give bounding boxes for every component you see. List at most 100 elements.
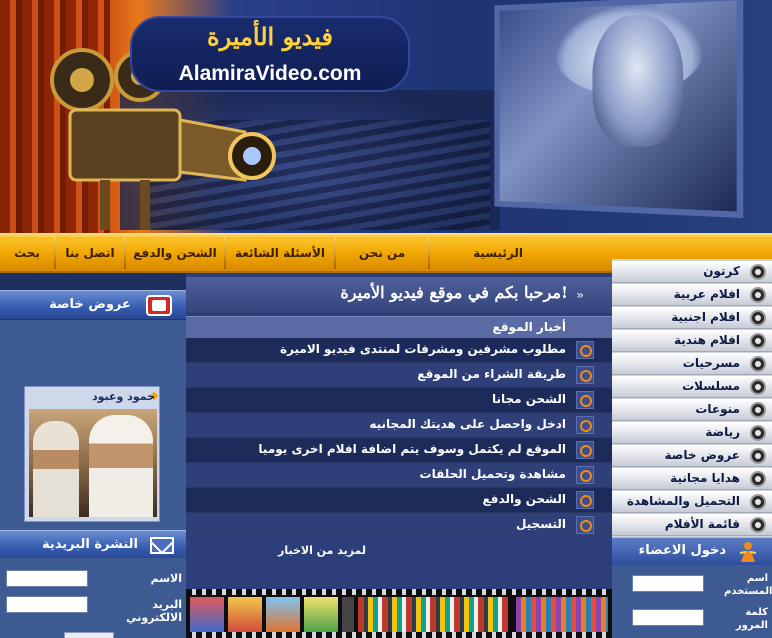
film-reel-icon — [750, 425, 766, 441]
nav-divider — [54, 237, 56, 269]
newsletter-email-input[interactable] — [6, 596, 88, 613]
members-login-form: اسم المستخدم كلمة المرور — [612, 565, 772, 638]
left-sidebar: عروض خاصة حمود وعبود النشرة البريدية الا… — [0, 290, 186, 638]
film-reel-icon — [750, 287, 766, 303]
news-link[interactable]: التسجيل — [516, 517, 566, 531]
nav-search[interactable]: بحث — [0, 233, 54, 273]
category-sports[interactable]: رياضة — [612, 422, 772, 444]
newsletter-name-input[interactable] — [6, 570, 88, 587]
offer-card-title: حمود وعبود — [25, 390, 155, 403]
category-free-gifts[interactable]: هدايا مجانية — [612, 468, 772, 490]
password-input[interactable] — [632, 609, 704, 626]
category-label: افلام اجنبية — [671, 310, 740, 324]
news-link[interactable]: الشحن والدفع — [482, 492, 566, 506]
news-link[interactable]: ادخل واحصل على هديتك المجانيه — [369, 417, 566, 431]
category-arabic-films[interactable]: افلام عربية — [612, 284, 772, 306]
news-item[interactable]: مطلوب مشرفين ومشرفات لمنتدى فيديو الامير… — [186, 338, 612, 363]
nav-contact[interactable]: اتصل بنا — [56, 233, 124, 273]
film-thumbnail[interactable] — [304, 597, 338, 633]
film-reel-icon — [750, 517, 766, 533]
film-thumbnail[interactable] — [266, 597, 300, 633]
category-label: هدايا مجانية — [670, 471, 740, 485]
film-reel-icon — [750, 356, 766, 372]
category-label: افلام عربية — [674, 287, 740, 301]
film-thumbnail[interactable] — [190, 597, 224, 633]
offer-card[interactable]: حمود وعبود — [24, 386, 160, 522]
category-sidebar: كرتون افلام عربية افلام اجنبية افلام هند… — [612, 259, 772, 638]
news-item[interactable]: طريقة الشراء من الموقع — [186, 363, 612, 388]
news-link[interactable]: الموقع لم يكتمل وسوف يتم اضافة افلام اخر… — [258, 442, 566, 456]
members-login-title: دخول الاعضاء — [639, 543, 726, 558]
welcome-banner: » مرحبا بكم في موقع فيديو الأميرة! — [186, 277, 612, 313]
newsletter-title: النشرة البريدية — [40, 537, 140, 552]
newsletter-email-row: البريد الالكتروني — [4, 596, 184, 618]
nav-divider — [428, 237, 430, 269]
category-series[interactable]: مسلسلات — [612, 376, 772, 398]
film-reel-icon — [750, 333, 766, 349]
category-foreign-films[interactable]: افلام اجنبية — [612, 307, 772, 329]
nav-shipping[interactable]: الشحن والدفع — [126, 233, 224, 273]
newsletter-header: النشرة البريدية — [0, 530, 186, 560]
email-label: البريد الالكتروني — [112, 598, 182, 624]
news-bullet-icon — [576, 391, 594, 409]
film-reel-icon — [750, 379, 766, 395]
news-bullet-icon — [576, 491, 594, 509]
film-thumbnail[interactable] — [358, 597, 508, 633]
news-item[interactable]: التسجيل — [186, 513, 612, 538]
more-news-link[interactable]: لمزيد من الاخبار — [278, 544, 366, 557]
nav-about[interactable]: من نحن — [336, 233, 428, 273]
news-item[interactable]: الشحن مجانا — [186, 388, 612, 413]
news-heading: أخبار الموقع — [493, 320, 567, 334]
newsletter-name-row: الاسم — [4, 570, 184, 592]
username-label: اسم المستخدم — [724, 572, 768, 598]
news-link[interactable]: مطلوب مشرفين ومشرفات لمنتدى فيديو الامير… — [280, 342, 566, 356]
film-strip — [186, 589, 612, 638]
nav-divider — [124, 237, 126, 269]
news-link[interactable]: مشاهدة وتحميل الحلقات — [420, 467, 566, 481]
category-indian-films[interactable]: افلام هندية — [612, 330, 772, 352]
news-link[interactable]: الشحن مجانا — [492, 392, 566, 406]
logo-english-text: AlamiraVideo.com — [132, 62, 408, 86]
category-label: مسرحيات — [683, 356, 740, 370]
offers-title: عروض خاصة — [40, 297, 140, 312]
film-reel-icon — [750, 310, 766, 326]
members-login-header: دخول الاعضاء — [612, 537, 772, 565]
password-row: كلمة المرور — [612, 603, 772, 637]
film-thumbnail[interactable] — [516, 597, 608, 633]
news-item[interactable]: الموقع لم يكتمل وسوف يتم اضافة افلام اخر… — [186, 438, 612, 463]
news-bullet-icon — [576, 441, 594, 459]
film-reel-icon — [750, 448, 766, 464]
film-reel-icon — [750, 494, 766, 510]
logo-arabic-text: فيديو الأميرة — [132, 22, 408, 51]
news-bullet-icon — [576, 341, 594, 359]
nav-home[interactable]: الرئيسية — [430, 233, 566, 273]
news-item[interactable]: الشحن والدفع — [186, 488, 612, 513]
site-logo[interactable]: فيديو الأميرة AlamiraVideo.com — [130, 16, 410, 92]
double-chevron-icon: » — [576, 288, 584, 302]
newsletter-submit-button[interactable] — [64, 632, 114, 638]
category-plays[interactable]: مسرحيات — [612, 353, 772, 375]
news-bullet-icon — [576, 416, 594, 434]
offers-header: عروض خاصة — [0, 290, 186, 320]
film-reel-icon — [750, 264, 766, 280]
category-label: مسلسلات — [682, 379, 740, 393]
header-banner: فيديو الأميرة AlamiraVideo.com — [0, 0, 772, 233]
category-label: قائمة الأفلام — [665, 517, 740, 531]
nav-divider — [334, 237, 336, 269]
news-item[interactable]: ادخل واحصل على هديتك المجانيه — [186, 413, 612, 438]
category-variety[interactable]: منوعات — [612, 399, 772, 421]
cinema-screen-graphic — [494, 0, 743, 218]
welcome-title: مرحبا بكم في موقع فيديو الأميرة! — [340, 283, 568, 302]
news-item[interactable]: مشاهدة وتحميل الحلقات — [186, 463, 612, 488]
username-input[interactable] — [632, 575, 704, 592]
offer-card-image[interactable] — [29, 409, 157, 517]
film-thumbnail[interactable] — [228, 597, 262, 633]
category-cartoon[interactable]: كرتون — [612, 261, 772, 283]
category-special-offers[interactable]: عروض خاصة — [612, 445, 772, 467]
nav-faq[interactable]: الأسئلة الشائعة — [226, 233, 334, 273]
category-film-list[interactable]: قائمة الأفلام — [612, 514, 772, 536]
film-reel-icon — [750, 402, 766, 418]
news-link[interactable]: طريقة الشراء من الموقع — [417, 367, 566, 381]
category-label: كرتون — [703, 264, 740, 278]
category-download-watch[interactable]: التحميل والمشاهدة — [612, 491, 772, 513]
